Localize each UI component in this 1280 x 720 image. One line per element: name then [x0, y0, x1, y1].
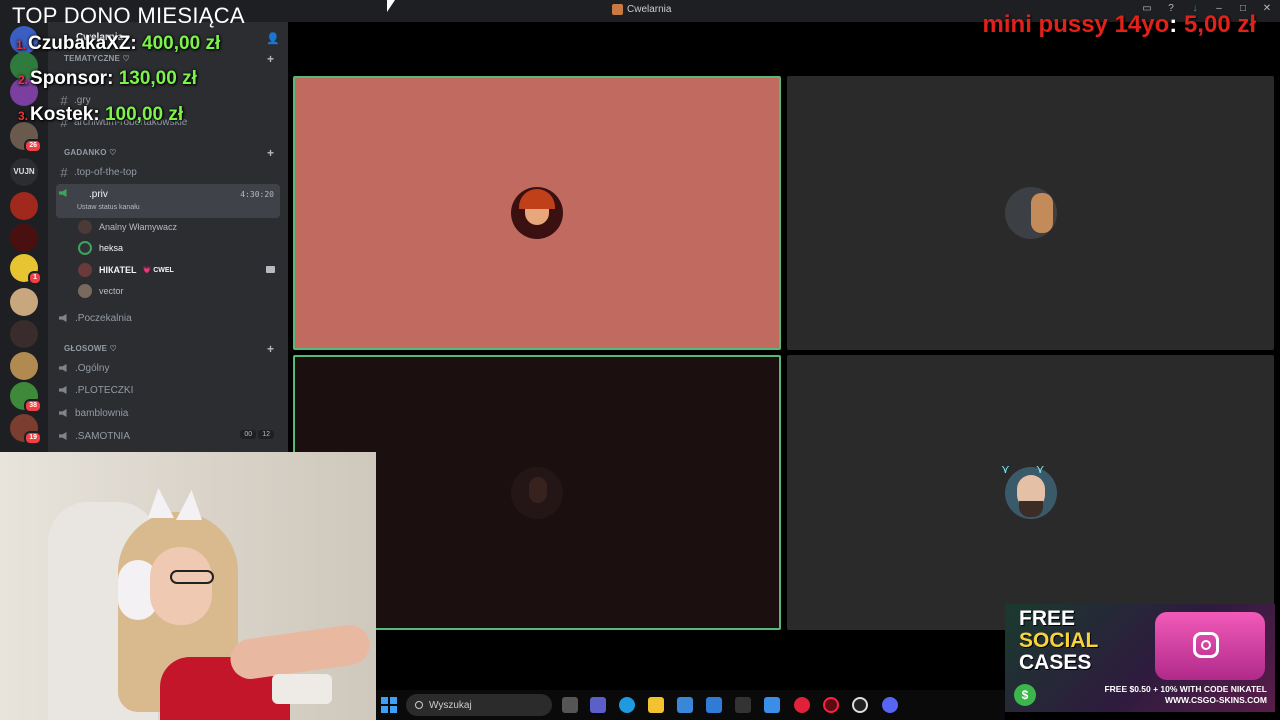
- store-icon[interactable]: [677, 697, 693, 713]
- video-tile[interactable]: ⋎⋎: [787, 355, 1274, 630]
- server-icon[interactable]: [10, 352, 38, 380]
- search-icon: [415, 701, 423, 709]
- role-tag: 💗 CWEL: [142, 267, 174, 274]
- server-icon: [612, 4, 623, 15]
- server-icon[interactable]: 1: [10, 254, 42, 285]
- mention-badge: 26: [24, 139, 42, 153]
- avatar: [78, 263, 92, 277]
- channel-top-of-the-top[interactable]: # .top-of-the-top: [56, 162, 280, 182]
- teams-icon[interactable]: [590, 697, 606, 713]
- voice-channel-ogolny[interactable]: .Ogólny: [56, 358, 280, 378]
- server-icon[interactable]: [10, 224, 38, 252]
- hash-icon: #: [60, 164, 68, 180]
- mention-badge: 38: [24, 399, 42, 413]
- user-limit-badge: 00 12: [240, 430, 274, 439]
- windows-start-icon[interactable]: [381, 697, 397, 713]
- voice-user[interactable]: heksa: [78, 239, 123, 257]
- mouse-cursor: [387, 0, 395, 12]
- donor-row: 3. Kostek: 100,00 zł: [18, 104, 184, 125]
- avatar: [78, 241, 92, 255]
- edge-icon[interactable]: [619, 697, 635, 713]
- donor-row: 1. CzubakaXZ: 400,00 zł: [16, 33, 221, 54]
- donor-row: 2. Sponsor: 130,00 zł: [18, 68, 197, 89]
- participant-avatar: [511, 466, 563, 519]
- server-icon[interactable]: [10, 192, 38, 220]
- speaker-icon: [59, 364, 67, 372]
- window-title: Cwelarnia: [612, 4, 671, 15]
- voice-channel-samotnia[interactable]: .SAMOTNIA 00 12: [56, 426, 280, 446]
- video-tile[interactable]: [293, 76, 781, 350]
- ad-promo: FREE $0.50 + 10% WITH CODE NIKATEL WWW.C…: [1104, 684, 1267, 705]
- opera-gx-icon[interactable]: [823, 697, 839, 713]
- top-donations-heading: TOP DONO MIESIĄCA: [12, 3, 245, 28]
- add-channel-icon[interactable]: +: [267, 52, 274, 66]
- category-glosowe[interactable]: GŁOSOWE ♡ +: [64, 342, 274, 356]
- channel-priv[interactable]: .priv 4:30:20 Ustaw status kanału: [56, 184, 280, 218]
- coin-icon: $: [1014, 684, 1036, 706]
- obs-icon[interactable]: [852, 697, 868, 713]
- voice-channel-bamblownia[interactable]: bamblownia: [56, 403, 280, 423]
- speaker-icon: [59, 409, 67, 417]
- camera-icon: [266, 266, 275, 273]
- streamer-webcam: [0, 452, 376, 720]
- voice-user[interactable]: Analny Włamywacz: [78, 218, 177, 236]
- add-channel-icon[interactable]: +: [267, 342, 274, 356]
- mention-badge: 1: [28, 271, 42, 285]
- speaker-icon: [59, 386, 67, 394]
- discord-icon[interactable]: [882, 697, 898, 713]
- speaker-icon: [59, 432, 67, 440]
- ad-headline: FREE SOCIAL CASES: [1019, 607, 1099, 674]
- add-channel-icon[interactable]: +: [267, 146, 274, 160]
- avatar: [78, 220, 92, 234]
- g-icon[interactable]: [735, 697, 751, 713]
- voice-channel-poczekalnia[interactable]: .Poczekalnia: [56, 308, 280, 328]
- horns-icon: ⋎⋎: [1001, 462, 1071, 476]
- category-tematyczne[interactable]: TEMATYCZNE ♡ +: [64, 52, 274, 66]
- window-icon[interactable]: [764, 697, 780, 713]
- server-icon[interactable]: 26: [10, 122, 42, 153]
- set-status-link[interactable]: Ustaw status kanału: [77, 204, 140, 211]
- call-timer: 4:30:20: [240, 190, 274, 199]
- participant-avatar: [511, 187, 563, 239]
- instagram-icon: [1193, 632, 1219, 658]
- mail-icon[interactable]: [706, 697, 722, 713]
- participant-avatar: [1004, 187, 1057, 239]
- voice-user[interactable]: НІКАТЕL 💗 CWEL: [78, 261, 275, 279]
- taskbar: Wyszukaj: [376, 690, 1005, 720]
- server-icon[interactable]: [10, 288, 38, 316]
- file-explorer-icon[interactable]: [562, 697, 578, 713]
- opera-icon[interactable]: [794, 697, 810, 713]
- video-tile[interactable]: [787, 76, 1274, 350]
- add-member-icon[interactable]: 👤: [266, 32, 280, 45]
- voice-connected-icon: [59, 189, 67, 197]
- category-gadanko[interactable]: GADANKO ♡ +: [64, 146, 274, 160]
- voice-user[interactable]: vector: [78, 282, 124, 300]
- close-button[interactable]: ✕: [1260, 3, 1274, 14]
- voice-channel-ploteczki[interactable]: .PLOTECZKI: [56, 380, 280, 400]
- server-icon[interactable]: VUJN: [10, 158, 38, 186]
- avatar: [78, 284, 92, 298]
- server-icon[interactable]: 19: [10, 414, 42, 445]
- speaker-icon: [59, 314, 67, 322]
- donation-alert: mini pussy 14yo: 5,00 zł: [982, 11, 1256, 38]
- mention-badge: 19: [24, 431, 42, 445]
- server-icon[interactable]: [10, 320, 38, 348]
- server-icon[interactable]: 38: [10, 382, 42, 413]
- folder-icon[interactable]: [648, 697, 664, 713]
- sponsor-banner: FREE SOCIAL CASES $ FREE $0.50 + 10% WIT…: [1005, 604, 1275, 712]
- taskbar-search[interactable]: Wyszukaj: [406, 694, 552, 716]
